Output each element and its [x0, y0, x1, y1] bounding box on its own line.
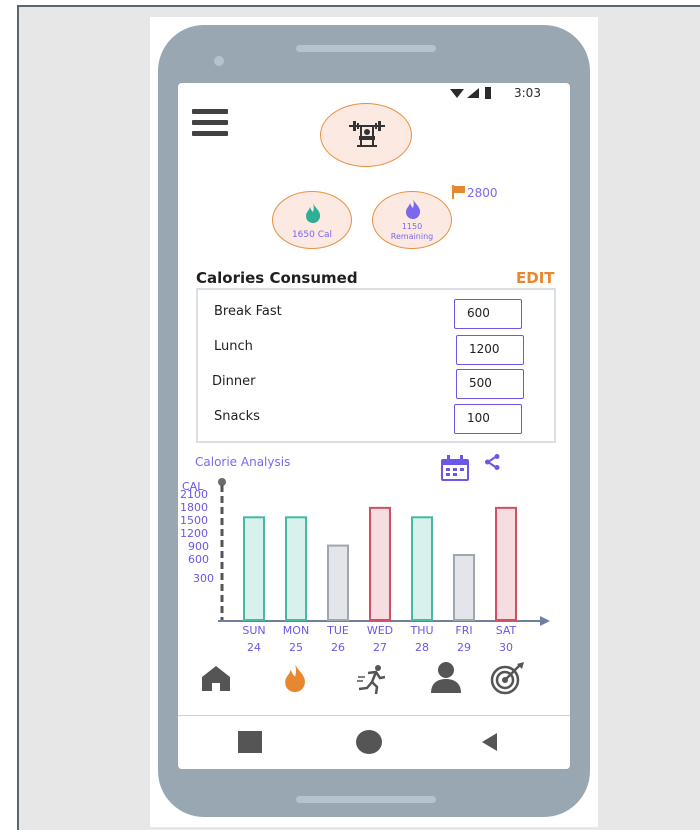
workout-circle[interactable]: [320, 103, 412, 167]
x-label-date: 30: [499, 641, 513, 654]
y-tick-label: 1800: [180, 501, 208, 514]
flag-icon: [452, 185, 465, 199]
bottom-speaker: [296, 796, 436, 803]
x-label-date: 25: [289, 641, 303, 654]
running-icon[interactable]: [356, 663, 388, 695]
remaining-label: Remaining: [390, 232, 434, 241]
x-label-date: 27: [373, 641, 387, 654]
profile-icon[interactable]: [429, 660, 463, 694]
y-tick-label: 600: [188, 553, 209, 566]
goal-value: 2800: [467, 186, 498, 200]
meal-label-lunch: Lunch: [214, 339, 253, 354]
bench-press-icon: [349, 121, 385, 147]
app-screen: 3:03 1650 Cal 1150 Remaining 2800 Calori…: [178, 83, 570, 769]
y-tick-label: 1200: [180, 527, 208, 540]
consumed-circle[interactable]: 1650 Cal: [272, 191, 352, 249]
x-label-date: 28: [415, 641, 429, 654]
remaining-value: 1150: [401, 222, 423, 231]
x-label-date: 26: [331, 641, 345, 654]
flame-icon: [406, 199, 421, 219]
y-tick-label: 1500: [180, 514, 208, 527]
recent-apps-button[interactable]: [238, 731, 262, 753]
consumed-label: 1650 Cal: [291, 230, 333, 240]
chart-bar-fri[interactable]: [453, 554, 475, 621]
y-tick-label: 900: [188, 540, 209, 553]
edit-button[interactable]: EDIT: [516, 269, 555, 287]
x-label-day: THU: [410, 624, 434, 637]
x-label-day: MON: [282, 624, 310, 637]
status-time: 3:03: [514, 86, 541, 100]
status-icons: [450, 87, 491, 99]
x-label-day: SUN: [242, 624, 266, 637]
target-icon[interactable]: [490, 661, 526, 695]
system-nav-bar: [178, 716, 570, 769]
remaining-circle[interactable]: 1150 Remaining: [372, 191, 452, 249]
meal-label-breakfast: Break Fast: [214, 304, 282, 319]
flame-icon[interactable]: [281, 662, 309, 694]
meal-label-dinner: Dinner: [212, 374, 256, 389]
calorie-analysis-title: Calorie Analysis: [195, 455, 291, 469]
chart-bar-sun[interactable]: [243, 516, 265, 621]
front-camera: [214, 56, 224, 66]
x-label-day: FRI: [455, 624, 473, 637]
wifi-icon: [450, 89, 464, 98]
flame-icon: [306, 203, 321, 223]
dinner-input[interactable]: 500: [456, 369, 524, 399]
menu-icon[interactable]: [192, 109, 228, 137]
snacks-input[interactable]: 100: [454, 404, 522, 434]
chart-bar-sat[interactable]: [495, 506, 517, 622]
y-axis-cap: [218, 478, 226, 486]
x-label-date: 29: [457, 641, 471, 654]
top-speaker: [296, 45, 436, 52]
home-icon[interactable]: [200, 663, 232, 693]
lunch-input[interactable]: 1200: [456, 335, 524, 365]
breakfast-input[interactable]: 600: [454, 299, 522, 329]
chart-bar-wed[interactable]: [369, 506, 391, 622]
calories-consumed-title: Calories Consumed: [196, 269, 358, 287]
x-label-day: WED: [366, 624, 394, 637]
x-label-day: TUE: [327, 624, 349, 637]
y-tick-label: 2100: [180, 488, 208, 501]
y-tick-label: 300: [193, 572, 214, 585]
x-label-date: 24: [247, 641, 261, 654]
signal-icon: [467, 88, 479, 98]
chart-bar-tue[interactable]: [327, 544, 349, 621]
x-label-day: SAT: [495, 624, 517, 637]
meal-label-snacks: Snacks: [214, 409, 260, 424]
x-axis-arrow: [540, 616, 550, 626]
home-button[interactable]: [356, 730, 382, 754]
chart-bar-thu[interactable]: [411, 516, 433, 621]
back-button[interactable]: [480, 732, 498, 752]
share-icon[interactable]: [484, 454, 500, 470]
battery-icon: [485, 87, 491, 99]
calories-box: Break Fast 600 Lunch 1200 Dinner 500 Sna…: [196, 288, 556, 443]
chart-bar-mon[interactable]: [285, 516, 307, 621]
